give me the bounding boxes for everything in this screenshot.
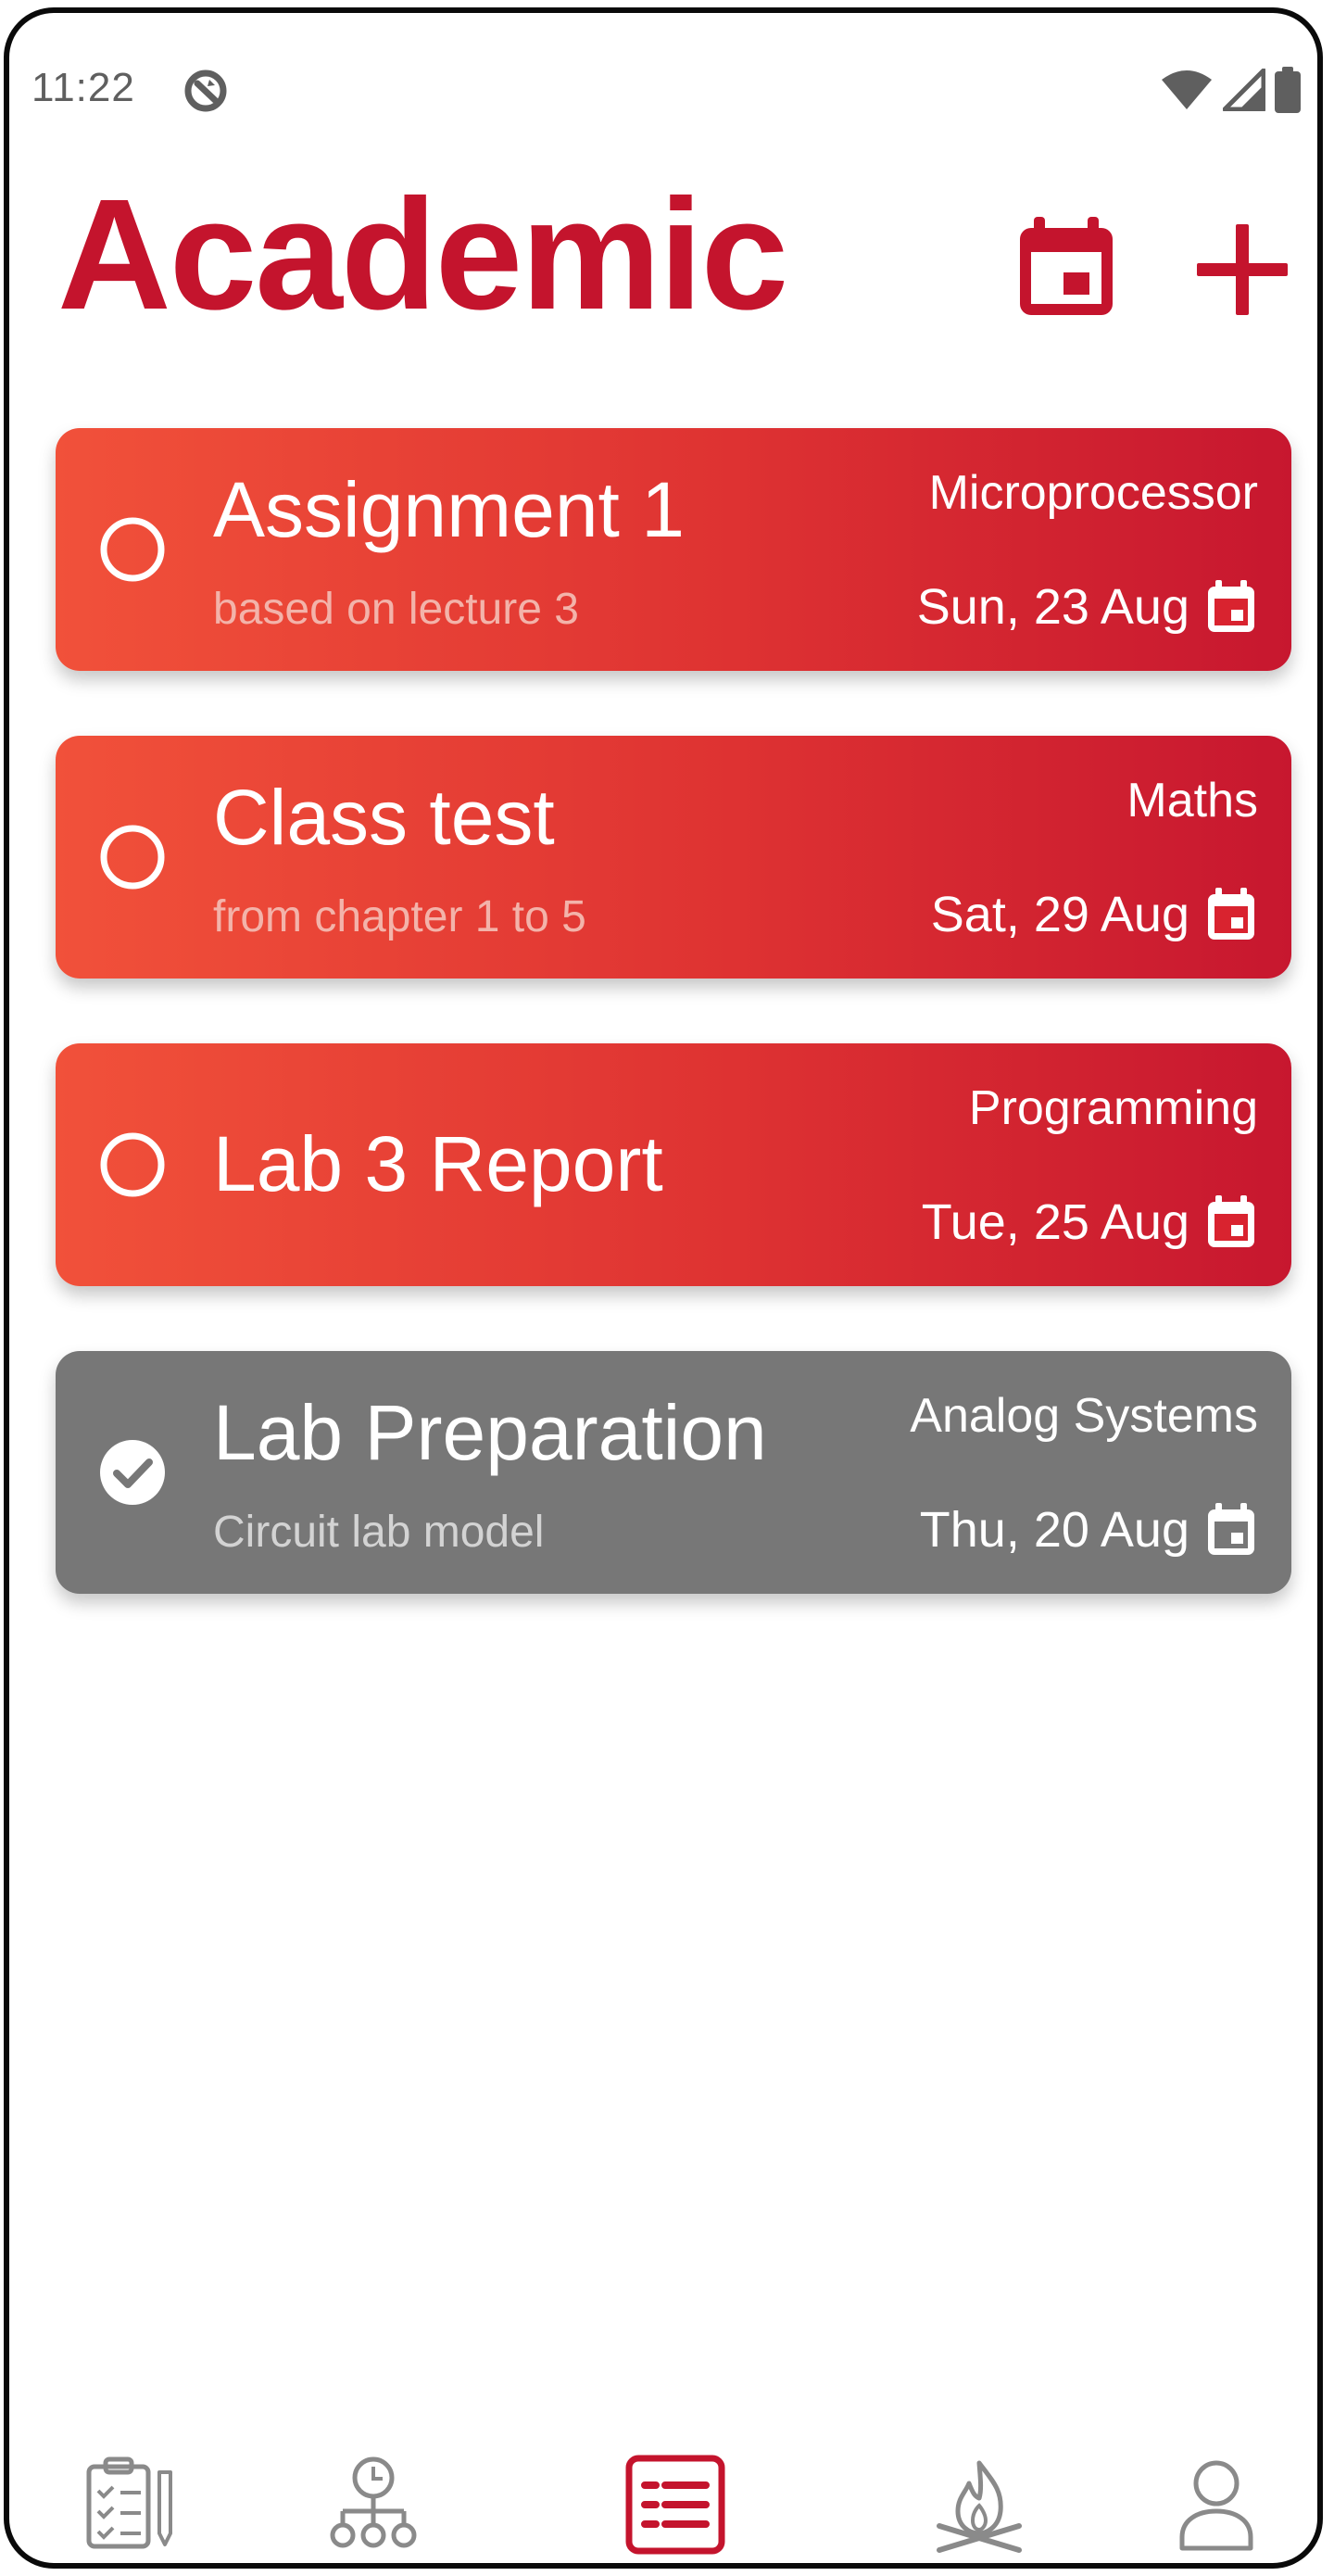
add-task-button[interactable] <box>1191 219 1293 321</box>
task-subject: Microprocessor <box>928 466 1258 520</box>
calendar-icon <box>1208 888 1254 940</box>
bottom-navigation <box>9 2441 1317 2563</box>
status-icons <box>1160 67 1301 113</box>
task-description: based on lecture 3 <box>213 585 579 634</box>
task-title: Lab Preparation <box>213 1389 767 1476</box>
task-card-completed[interactable]: Lab Preparation Circuit lab model Analog… <box>56 1351 1291 1594</box>
battery-icon <box>1275 67 1301 113</box>
phone-screen: 11:22 Academic Assignment 1 based on lec… <box>4 7 1323 2569</box>
calendar-icon <box>1208 1503 1254 1555</box>
task-subject: Maths <box>1126 774 1258 827</box>
task-description: from chapter 1 to 5 <box>213 892 586 941</box>
task-card[interactable]: Lab 3 Report Programming Tue, 25 Aug <box>56 1043 1291 1286</box>
nav-profile-icon[interactable] <box>1165 2454 1267 2556</box>
task-date: Thu, 20 Aug <box>919 1502 1189 1558</box>
task-date: Sun, 23 Aug <box>916 579 1189 635</box>
task-card[interactable]: Assignment 1 based on lecture 3 Micropro… <box>56 428 1291 671</box>
wifi-icon <box>1162 70 1212 109</box>
task-subject: Programming <box>968 1081 1258 1135</box>
checked-circle-icon[interactable] <box>98 1438 167 1507</box>
calendar-button[interactable] <box>1015 213 1117 319</box>
signal-icon <box>1223 69 1265 111</box>
task-date: Sat, 29 Aug <box>930 887 1189 942</box>
unchecked-circle-icon[interactable] <box>98 1130 167 1199</box>
task-date: Tue, 25 Aug <box>921 1194 1189 1250</box>
status-bar: 11:22 <box>9 13 1317 152</box>
calendar-icon <box>1208 580 1254 632</box>
status-time: 11:22 <box>31 65 135 110</box>
nav-tasks-checklist-icon[interactable] <box>80 2454 182 2556</box>
calendar-icon <box>1208 1195 1254 1247</box>
task-subject: Analog Systems <box>910 1389 1258 1443</box>
task-title: Lab 3 Report <box>213 1120 663 1207</box>
page-title: Academic <box>57 167 788 343</box>
sync-off-icon <box>184 69 227 112</box>
nav-timeline-icon[interactable] <box>322 2454 424 2556</box>
nav-list-icon[interactable] <box>624 2454 726 2556</box>
task-title: Assignment 1 <box>213 466 685 553</box>
task-description: Circuit lab model <box>213 1508 545 1557</box>
unchecked-circle-icon[interactable] <box>98 515 167 584</box>
task-title: Class test <box>213 774 555 861</box>
task-card[interactable]: Class test from chapter 1 to 5 Maths Sat… <box>56 736 1291 979</box>
nav-campfire-icon[interactable] <box>928 2454 1030 2556</box>
unchecked-circle-icon[interactable] <box>98 823 167 891</box>
